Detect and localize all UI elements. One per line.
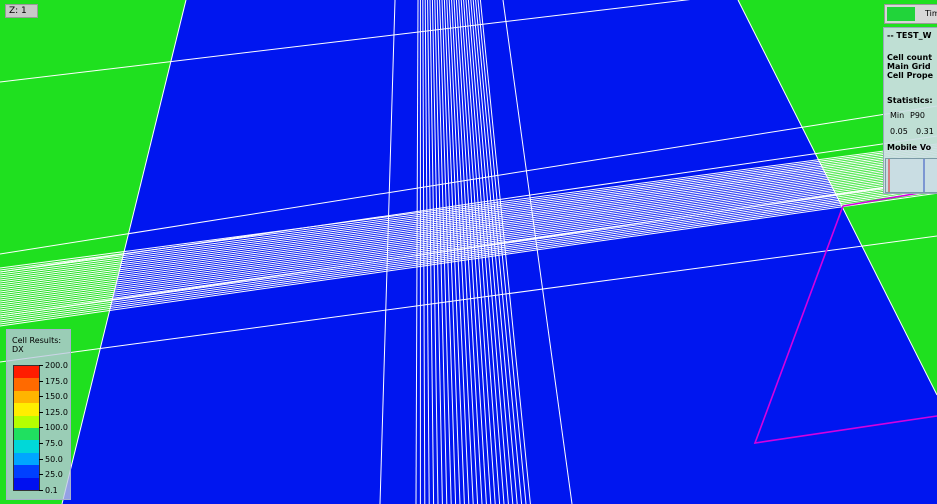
grid-scene[interactable]	[0, 0, 937, 504]
info-main-grid: Main Grid	[887, 62, 931, 71]
legend-tick	[39, 474, 43, 476]
3d-viewport[interactable]: Z: 1 Tim -- TEST_W Cell count Main Grid …	[0, 0, 937, 504]
legend-tick	[39, 443, 43, 444]
legend-color-step	[14, 427, 39, 441]
legend-label: 100.0	[45, 423, 68, 433]
legend-color-step	[14, 440, 39, 453]
info-statistics: Statistics:	[887, 96, 933, 105]
z-scale-label: Z: 1	[5, 4, 38, 18]
info-mobile-volume: Mobile Vo	[887, 143, 932, 152]
stat-value-p90: 0.31	[916, 127, 934, 136]
legend-label: 75.0	[45, 439, 63, 448]
legend-tick	[39, 427, 43, 429]
time-step-box[interactable]: Tim	[884, 4, 937, 24]
legend-label: 175.0	[45, 376, 68, 386]
histogram	[885, 158, 937, 193]
legend-tick	[39, 458, 43, 460]
legend-color-step	[14, 390, 39, 404]
stat-value-min: 0.05	[890, 127, 908, 136]
info-cell-count: Cell count	[887, 53, 933, 62]
legend-tick	[39, 380, 43, 382]
legend-title: Cell Results: DX	[12, 336, 61, 354]
legend-color-step	[14, 465, 39, 478]
legend-tick	[39, 396, 43, 398]
time-step-swatch	[887, 7, 915, 21]
time-step-label: Tim	[925, 9, 937, 18]
info-cell-property: Cell Prope	[887, 71, 934, 80]
legend-color-step	[14, 378, 39, 391]
legend-label: 125.0	[45, 407, 68, 417]
legend-color-step	[14, 366, 39, 379]
legend-color-step	[14, 452, 39, 466]
legend-color-step	[14, 477, 39, 490]
legend-tick	[39, 489, 43, 491]
histogram-plot	[888, 159, 925, 192]
legend-color-step	[14, 415, 39, 428]
legend-title-line2: DX	[12, 345, 24, 354]
legend-color-step	[14, 403, 39, 416]
legend-label: 200.0	[45, 361, 68, 370]
legend-tick	[39, 365, 43, 366]
legend-label: 0.1	[45, 485, 58, 495]
stat-header-min: Min	[890, 111, 905, 120]
legend-label: 50.0	[45, 454, 63, 464]
legend-label: 150.0	[45, 392, 68, 402]
info-box: -- TEST_W Cell count Main Grid Cell Prop…	[883, 27, 937, 194]
stat-header-p90: P90	[910, 111, 926, 120]
info-title: -- TEST_W	[887, 31, 932, 40]
color-legend: Cell Results: DX 200.0 175.0 150.0 125.0 100…	[6, 329, 71, 500]
legend-label: 25.0	[45, 470, 63, 480]
legend-title-line1: Cell Results:	[12, 336, 62, 345]
legend-color-bar	[13, 365, 40, 491]
legend-tick	[39, 411, 43, 413]
